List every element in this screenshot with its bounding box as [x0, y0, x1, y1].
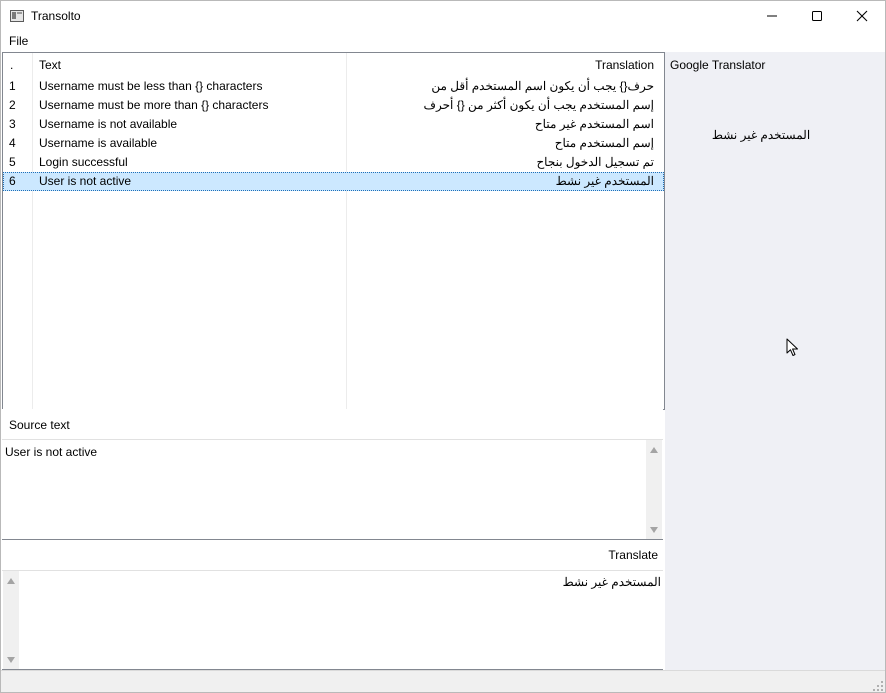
- table-row[interactable]: 3 Username is not available اسم المستخدم…: [3, 115, 664, 134]
- table-row[interactable]: 5 Login successful تم تسجيل الدخول بنجاح: [3, 153, 664, 172]
- translate-label: Translate: [608, 548, 658, 562]
- app-icon: [10, 10, 24, 22]
- status-bar: [1, 670, 885, 692]
- row-text: User is not active: [39, 174, 132, 188]
- row-number: 4: [9, 136, 16, 150]
- header-index[interactable]: .: [10, 58, 13, 72]
- row-text: Username is available: [39, 136, 158, 150]
- translate-header: Translate: [1, 540, 663, 570]
- row-text: Login successful: [39, 155, 128, 169]
- row-text: Username must be more than {} characters: [39, 98, 269, 112]
- source-text-label: Source text: [9, 418, 70, 432]
- maximize-icon: [812, 11, 822, 21]
- table-row[interactable]: 4 Username is available إسم المستخدم متا…: [3, 134, 664, 153]
- table-row[interactable]: 2 Username must be more than {} characte…: [3, 96, 664, 115]
- row-text: Username must be less than {} characters: [39, 79, 263, 93]
- row-number: 6: [9, 174, 16, 188]
- scroll-down-arrow-icon[interactable]: [7, 657, 15, 663]
- header-text[interactable]: Text: [39, 58, 61, 72]
- table-row[interactable]: 1 Username must be less than {} characte…: [3, 77, 664, 96]
- row-translation: حرف{} يجب أن يكون اسم المستخدم أقل من: [431, 79, 654, 93]
- row-translation: إسم المستخدم يجب أن يكون أكثر من {} أحرف: [423, 98, 654, 112]
- source-text-header: Source text: [1, 409, 663, 439]
- source-text-value: User is not active: [5, 445, 98, 459]
- google-translator-panel: Google Translator المستخدم غير نشط: [665, 52, 885, 670]
- maximize-button[interactable]: [794, 1, 840, 31]
- title-bar[interactable]: Transolto: [1, 1, 885, 31]
- row-translation: إسم المستخدم متاح: [554, 136, 654, 150]
- minimize-button[interactable]: [749, 1, 795, 31]
- row-translation: تم تسجيل الدخول بنجاح: [536, 155, 654, 169]
- mouse-cursor-icon: [786, 338, 798, 356]
- row-translation: المستخدم غير نشط: [555, 174, 654, 188]
- menu-bar: File: [1, 31, 885, 51]
- google-translator-label: Google Translator: [670, 58, 766, 72]
- scroll-down-arrow-icon[interactable]: [650, 527, 658, 533]
- translate-text-area[interactable]: المستخدم غير نشط: [2, 570, 663, 670]
- app-window: Transolto File . Text Translation 1 User…: [0, 0, 886, 693]
- row-translation: اسم المستخدم غير متاح: [534, 117, 654, 131]
- source-scrollbar[interactable]: [646, 440, 662, 539]
- source-text-area[interactable]: User is not active: [2, 439, 663, 540]
- close-icon: [856, 10, 868, 22]
- menu-file[interactable]: File: [9, 34, 28, 48]
- scroll-up-arrow-icon[interactable]: [7, 578, 15, 584]
- translate-text-value: المستخدم غير نشط: [562, 575, 661, 589]
- minimize-icon: [767, 15, 777, 17]
- google-translation-output: المستخدم غير نشط: [711, 128, 811, 142]
- table-row-selected[interactable]: 6 User is not active المستخدم غير نشط: [3, 172, 664, 191]
- close-button[interactable]: [839, 1, 885, 31]
- translate-scrollbar[interactable]: [3, 571, 19, 669]
- row-number: 1: [9, 79, 16, 93]
- row-number: 2: [9, 98, 16, 112]
- scroll-up-arrow-icon[interactable]: [650, 447, 658, 453]
- resize-grip-icon[interactable]: [873, 681, 883, 691]
- row-number: 5: [9, 155, 16, 169]
- window-title: Transolto: [31, 9, 81, 23]
- table-header: . Text Translation: [3, 53, 664, 75]
- translations-table[interactable]: . Text Translation 1 Username must be le…: [2, 52, 665, 410]
- row-number: 3: [9, 117, 16, 131]
- header-translation[interactable]: Translation: [595, 58, 654, 72]
- row-text: Username is not available: [39, 117, 178, 131]
